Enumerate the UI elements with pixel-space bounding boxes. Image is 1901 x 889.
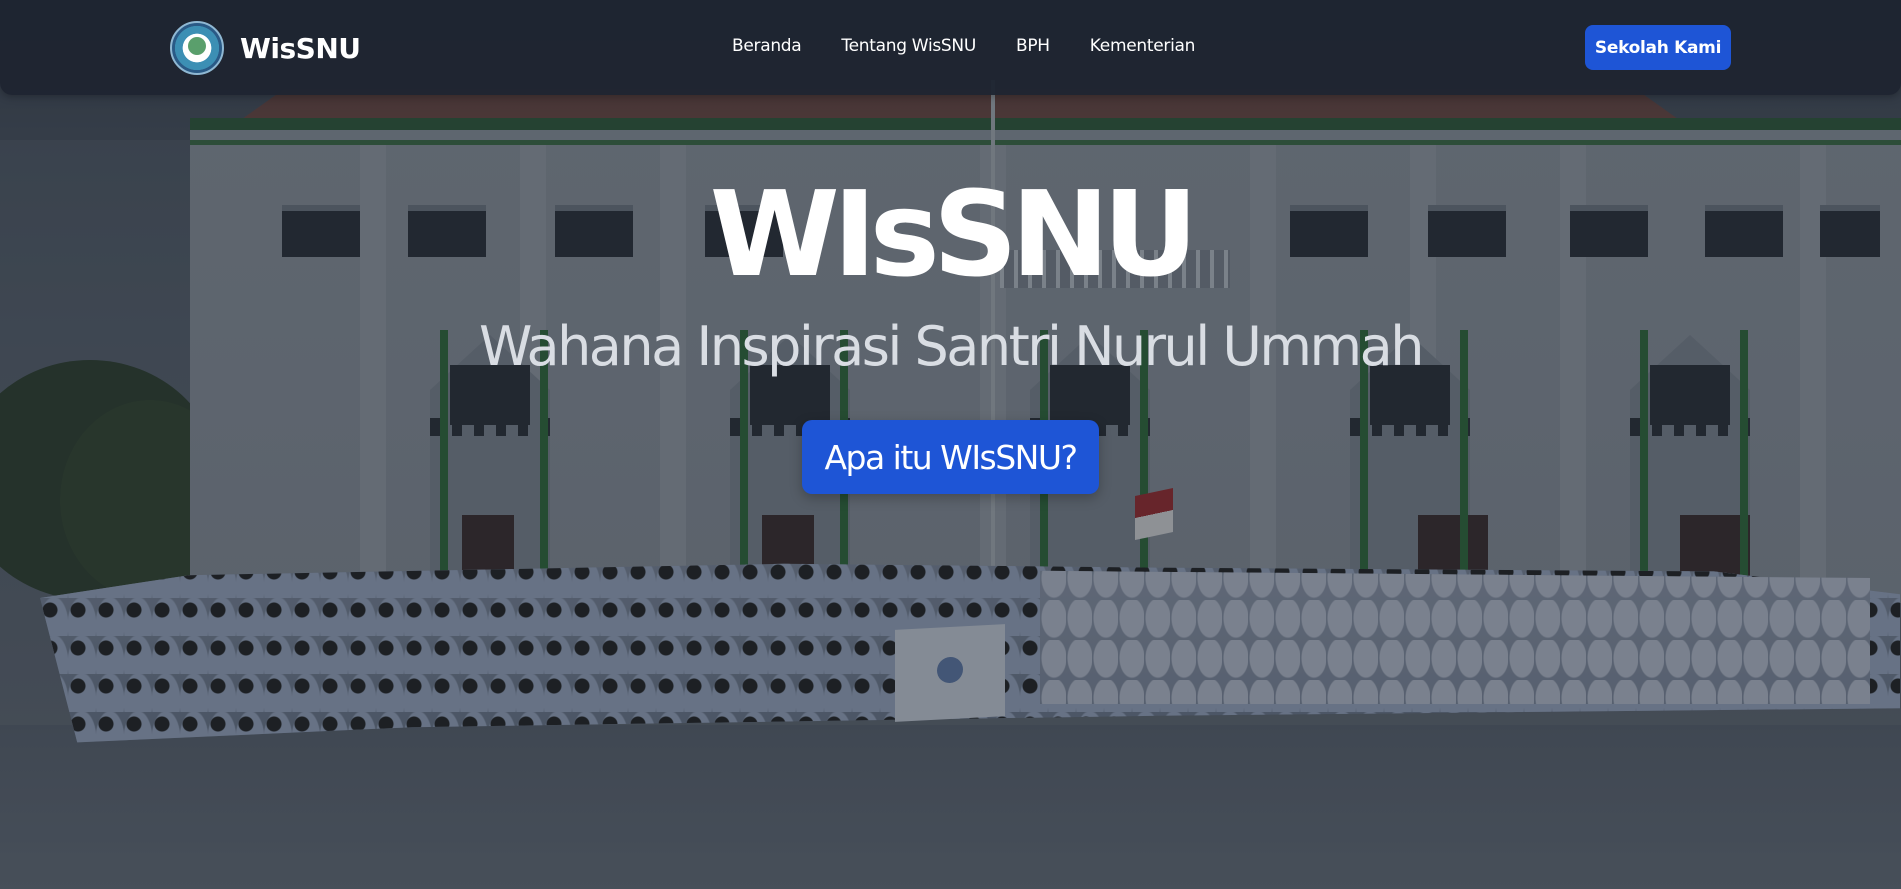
hero-subtitle: Wahana Inspirasi Santri Nurul Ummah	[479, 315, 1424, 378]
hero-section: WIsSNU Wahana Inspirasi Santri Nurul Umm…	[0, 0, 1901, 889]
about-wissnu-button[interactable]: Apa itu WIsSNU?	[802, 420, 1099, 494]
hero-title: WIsSNU	[709, 165, 1199, 303]
